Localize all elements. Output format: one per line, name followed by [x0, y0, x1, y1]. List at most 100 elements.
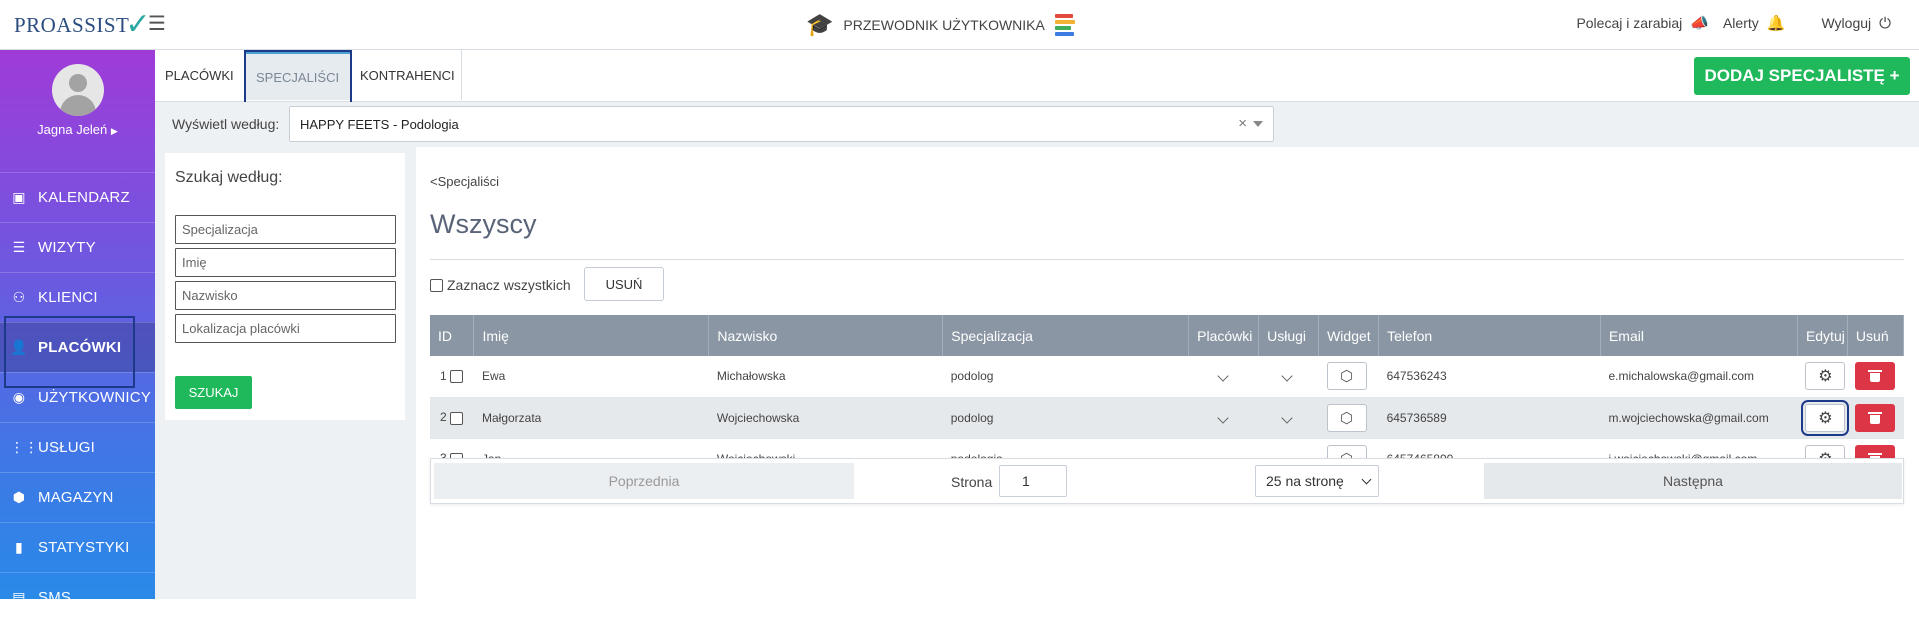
- specialists-table: ID Imię Nazwisko Specjalizacja Placówki …: [430, 315, 1905, 480]
- search-panel: Szukaj według: SZUKAJ: [165, 153, 405, 420]
- locations-toggle[interactable]: [1188, 356, 1259, 398]
- specialization-input[interactable]: [175, 215, 396, 244]
- avatar[interactable]: [52, 64, 104, 116]
- logo-check-icon: ✓: [125, 8, 151, 41]
- sidebar-item-kalendarz[interactable]: ▣ KALENDARZ: [0, 172, 155, 222]
- column-header: Usługi: [1258, 315, 1320, 356]
- breadcrumb[interactable]: <Specjaliści: [430, 174, 499, 189]
- edit-cell: ⚙: [1797, 356, 1848, 398]
- row-checkbox[interactable]: [450, 411, 464, 425]
- box-icon: ⬢: [12, 489, 26, 505]
- table-header-row: ID Imię Nazwisko Specjalizacja Placówki …: [430, 315, 1905, 356]
- chevron-down-icon: [1216, 370, 1229, 382]
- services-toggle[interactable]: [1258, 356, 1319, 398]
- location-input[interactable]: [175, 314, 396, 343]
- hexagon-icon: ⬡: [1340, 368, 1354, 386]
- clear-icon[interactable]: ×: [1238, 115, 1247, 132]
- last-name-input[interactable]: [175, 281, 396, 310]
- alerts-link[interactable]: Alerty 🔔: [1723, 14, 1785, 32]
- list-icon: ☰: [12, 239, 26, 255]
- sidebar-item-label: UŻYTKOWNICY: [38, 389, 152, 406]
- sidebar-item-label: WIZYTY: [38, 239, 96, 256]
- user-menu[interactable]: Jagna Jeleń ▶: [0, 122, 155, 137]
- email-cell: m.wojciechowska@gmail.com: [1600, 397, 1798, 439]
- filter-bar: Wyświetl według: HAPPY FEETS - Podologia…: [155, 102, 1919, 147]
- sidebar-item-label: USŁUGI: [38, 439, 96, 456]
- phone-cell: 647536243: [1378, 356, 1601, 398]
- user-plus-icon: 👤: [10, 339, 28, 355]
- user-guide-link[interactable]: 🎓 PRZEWODNIK UŻYTKOWNIKA: [806, 12, 1077, 38]
- page-size-select[interactable]: 25 na stronę: [1255, 465, 1379, 497]
- last-name-cell: Michałowska: [708, 356, 943, 398]
- chevron-down-icon[interactable]: [1253, 121, 1263, 127]
- widget-button[interactable]: ⬡: [1326, 403, 1367, 432]
- user-guide-label: PRZEWODNIK UŻYTKOWNIKA: [843, 17, 1045, 33]
- row-checkbox[interactable]: [450, 370, 464, 384]
- sidebar-item-wizyty[interactable]: ☰ WIZYTY: [0, 222, 155, 272]
- menu-toggle-icon[interactable]: ☰: [148, 14, 166, 34]
- main-content: <Specjaliści Wszyscy Zaznacz wszystkich …: [416, 147, 1919, 599]
- first-name-cell: Małgorzata: [473, 397, 709, 439]
- row-id-cell: 2: [430, 397, 474, 439]
- locations-toggle[interactable]: [1188, 397, 1259, 439]
- chat-icon: ▤: [12, 589, 26, 605]
- pagination: Poprzednia Strona 25 na stronę Następna: [430, 458, 1904, 504]
- logout-icon: ⏻: [1879, 14, 1891, 32]
- phone-cell: 645736589: [1378, 397, 1601, 439]
- sidebar-item-uslugi[interactable]: ⋮⋮ USŁUGI: [0, 422, 155, 472]
- table-row: 1 Ewa Michałowska podolog ⬡ 647536243 e.…: [430, 356, 1904, 398]
- page-number-input[interactable]: [999, 465, 1067, 497]
- location-select-value: HAPPY FEETS - Podologia: [300, 117, 459, 132]
- first-name-input[interactable]: [175, 248, 396, 277]
- sidebar-item-sms[interactable]: ▤ SMS: [0, 572, 155, 622]
- sidebar-item-magazyn[interactable]: ⬢ MAGAZYN: [0, 472, 155, 522]
- previous-page-button[interactable]: Poprzednia: [434, 463, 854, 499]
- sidebar-item-statystyki[interactable]: ▮ STATYSTYKI: [0, 522, 155, 572]
- sidebar-item-klienci[interactable]: ⚇ KLIENCI: [0, 272, 155, 322]
- page-label: Strona: [951, 474, 993, 490]
- select-all[interactable]: Zaznacz wszystkich: [430, 277, 571, 293]
- tabs-bar: PLACÓWKI SPECJALIŚCI KONTRAHENCI DODAJ S…: [155, 50, 1919, 104]
- tab-placowki[interactable]: PLACÓWKI: [155, 50, 246, 100]
- row-id: 1: [440, 369, 447, 384]
- chart-icon: ▮: [15, 539, 23, 555]
- delete-button[interactable]: [1855, 403, 1896, 432]
- chevron-down-icon: [1280, 411, 1293, 424]
- users-icon: ⚇: [12, 289, 26, 305]
- widget-button[interactable]: ⬡: [1326, 362, 1367, 391]
- column-header: Edytuj: [1797, 315, 1848, 356]
- table-row: 2 Małgorzata Wojciechowska podolog ⬡ 645…: [430, 397, 1904, 439]
- hexagon-icon: ⬡: [1340, 409, 1354, 427]
- add-specialist-button[interactable]: DODAJ SPECJALISTĘ +: [1694, 57, 1910, 95]
- tab-kontrahenci[interactable]: KONTRAHENCI: [350, 50, 462, 100]
- column-header: Widget: [1318, 315, 1380, 356]
- column-header: Placówki: [1188, 315, 1260, 356]
- logout-link[interactable]: Wyloguj ⏻: [1821, 15, 1891, 32]
- location-select[interactable]: HAPPY FEETS - Podologia ×: [289, 106, 1274, 142]
- tab-label: KONTRAHENCI: [360, 67, 455, 83]
- gear-icon: ⚙: [1818, 409, 1833, 427]
- edit-button[interactable]: ⚙: [1801, 399, 1850, 436]
- delete-selected-button[interactable]: USUŃ: [584, 267, 664, 301]
- column-header: Telefon: [1378, 315, 1601, 356]
- sidebar-item-placowki[interactable]: 👤 PLACÓWKI: [0, 316, 155, 388]
- delete-button[interactable]: [1855, 362, 1896, 391]
- refer-link[interactable]: Polecaj i zarabiaj 📣: [1576, 14, 1709, 32]
- search-button[interactable]: SZUKAJ: [175, 376, 252, 409]
- next-page-button[interactable]: Następna: [1484, 463, 1902, 499]
- caret-right-icon: ▶: [110, 126, 118, 136]
- logout-label: Wyloguj: [1821, 15, 1872, 31]
- sidebar-item-label: PLACÓWKI: [38, 339, 122, 356]
- first-name-cell: Ewa: [473, 356, 709, 398]
- tab-specjalisci[interactable]: SPECJALIŚCI: [244, 50, 352, 104]
- logo[interactable]: PROASSIST ✓: [14, 10, 151, 40]
- select-all-checkbox[interactable]: [430, 278, 443, 292]
- edit-button[interactable]: ⚙: [1805, 362, 1846, 391]
- sidebar-item-label: KALENDARZ: [38, 189, 130, 206]
- sidebar: Jagna Jeleń ▶ ▣ KALENDARZ ☰ WIZYTY ⚇ KLI…: [0, 50, 155, 606]
- chevron-down-icon: [1280, 370, 1293, 382]
- delete-cell: [1847, 397, 1904, 439]
- services-toggle[interactable]: [1258, 397, 1319, 439]
- user-circle-icon: ◉: [12, 389, 26, 405]
- chevron-down-icon: [1216, 411, 1229, 424]
